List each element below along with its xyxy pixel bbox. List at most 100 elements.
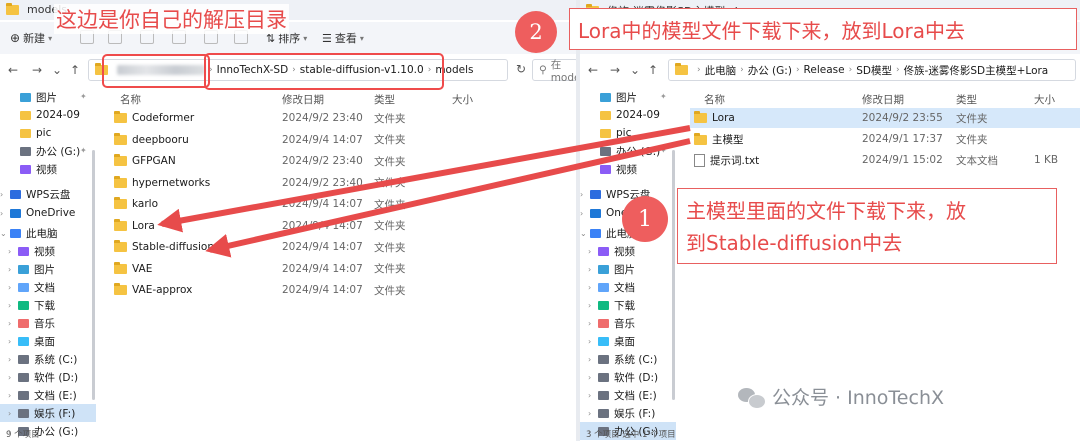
sidebar-item[interactable]: › 图片 bbox=[580, 260, 676, 278]
folder-icon bbox=[114, 197, 127, 209]
sidebar-item[interactable]: 2024-09 bbox=[0, 106, 98, 124]
column-header-type[interactable]: 类型 bbox=[956, 92, 977, 107]
chevron-right-icon[interactable]: › bbox=[588, 319, 596, 328]
chevron-right-icon[interactable]: › bbox=[588, 283, 596, 292]
chevron-down-icon[interactable]: ⌄ bbox=[0, 229, 8, 238]
breadcrumb-item[interactable]: SD模型 bbox=[856, 63, 892, 78]
chevron-right-icon[interactable]: › bbox=[580, 190, 588, 199]
column-header-size[interactable]: 大小 bbox=[452, 92, 473, 107]
chevron-right-icon[interactable]: › bbox=[588, 373, 596, 382]
file-row[interactable]: hypernetworks 2024/9/2 23:40 文件夹 bbox=[108, 173, 478, 193]
chevron-right-icon[interactable]: › bbox=[8, 373, 16, 382]
sidebar-item[interactable]: › 系统 (C:) bbox=[0, 350, 96, 368]
sidebar-item[interactable]: › WPS云盘 bbox=[0, 185, 88, 203]
breadcrumb-item[interactable]: 此电脑 bbox=[705, 63, 737, 78]
sidebar-item[interactable]: › 桌面 bbox=[580, 332, 676, 350]
chevron-right-icon[interactable]: › bbox=[588, 247, 596, 256]
sidebar-item[interactable]: › 下载 bbox=[0, 296, 96, 314]
chevron-down-icon[interactable]: ⌄ bbox=[580, 229, 588, 238]
sidebar-item[interactable]: › 音乐 bbox=[0, 314, 96, 332]
column-header-name[interactable]: 名称 bbox=[704, 92, 725, 107]
sidebar-item[interactable]: › 文档 (E:) bbox=[580, 386, 676, 404]
breadcrumb-item[interactable]: 佟族-迷雾佟影SD主模型+Lora bbox=[904, 63, 1049, 78]
chevron-right-icon[interactable]: › bbox=[8, 283, 16, 292]
file-row[interactable]: VAE 2024/9/4 14:07 文件夹 bbox=[108, 259, 478, 279]
column-header-size[interactable]: 大小 bbox=[1034, 92, 1055, 107]
breadcrumb-item[interactable]: Release bbox=[804, 64, 845, 76]
sidebar-item[interactable]: › 娱乐 (F:) bbox=[580, 404, 676, 422]
sidebar-item[interactable]: › 视频 bbox=[580, 242, 676, 260]
forward-arrow-icon[interactable]: → bbox=[610, 63, 620, 77]
chevron-right-icon[interactable]: › bbox=[0, 209, 8, 218]
chevron-down-icon[interactable]: ⌄ bbox=[630, 63, 640, 77]
sidebar-item[interactable]: › 音乐 bbox=[580, 314, 676, 332]
sidebar-item[interactable]: › 视频 bbox=[0, 242, 96, 260]
file-row[interactable]: Lora 2024/9/4 14:07 文件夹 bbox=[108, 216, 478, 236]
up-arrow-icon[interactable]: ↑ bbox=[648, 63, 658, 77]
search-input[interactable]: ⚲ 在 mode bbox=[532, 59, 576, 84]
column-header-date[interactable]: 修改日期 bbox=[862, 92, 904, 107]
chevron-right-icon[interactable]: › bbox=[8, 247, 16, 256]
chevron-right-icon[interactable]: › bbox=[8, 265, 16, 274]
chevron-right-icon[interactable]: › bbox=[8, 319, 16, 328]
chevron-right-icon[interactable]: › bbox=[588, 391, 596, 400]
computer-icon bbox=[10, 228, 21, 238]
breadcrumb-item[interactable]: 办公 (G:) bbox=[748, 63, 792, 78]
chevron-right-icon[interactable]: › bbox=[0, 190, 8, 199]
back-arrow-icon[interactable]: ← bbox=[8, 63, 18, 77]
sidebar-item-label: 下载 bbox=[614, 299, 635, 312]
chevron-right-icon[interactable]: › bbox=[588, 355, 596, 364]
chevron-right-icon[interactable]: › bbox=[588, 409, 596, 418]
chevron-right-icon[interactable]: › bbox=[8, 337, 16, 346]
file-row[interactable]: karlo 2024/9/4 14:07 文件夹 bbox=[108, 194, 478, 214]
chevron-right-icon[interactable]: › bbox=[580, 209, 588, 218]
chevron-right-icon[interactable]: › bbox=[8, 301, 16, 310]
sidebar-item[interactable]: › 系统 (C:) bbox=[580, 350, 676, 368]
sidebar-item[interactable]: pic bbox=[580, 124, 678, 142]
sidebar-item[interactable]: › OneDrive bbox=[0, 204, 88, 222]
file-row[interactable]: Stable-diffusion 2024/9/4 14:07 文件夹 bbox=[108, 237, 478, 257]
sidebar-scrollbar[interactable] bbox=[672, 150, 675, 400]
sidebar-item[interactable]: › 文档 (E:) bbox=[0, 386, 96, 404]
file-row[interactable]: VAE-approx 2024/9/4 14:07 文件夹 bbox=[108, 280, 478, 300]
sidebar-item[interactable]: 视频 bbox=[0, 160, 98, 178]
sidebar-scrollbar[interactable] bbox=[92, 150, 95, 400]
chevron-right-icon[interactable]: › bbox=[588, 337, 596, 346]
sidebar-item[interactable]: › 文档 bbox=[580, 278, 676, 296]
column-header-date[interactable]: 修改日期 bbox=[282, 92, 324, 107]
right-address-bar[interactable]: › 此电脑 › 办公 (G:) › Release › SD模型 › 佟族-迷雾… bbox=[668, 59, 1076, 81]
chevron-right-icon[interactable]: › bbox=[588, 301, 596, 310]
view-button[interactable]: ☰ 查看 ▾ bbox=[322, 30, 364, 46]
sidebar-item[interactable]: 2024-09 bbox=[580, 106, 678, 124]
back-arrow-icon[interactable]: ← bbox=[588, 63, 598, 77]
refresh-icon[interactable]: ↻ bbox=[516, 62, 526, 76]
sidebar-item[interactable]: › 娱乐 (F:) bbox=[0, 404, 96, 422]
file-row[interactable]: 主模型 2024/9/1 17:37 文件夹 bbox=[690, 129, 1080, 149]
file-row[interactable]: Lora 2024/9/2 23:55 文件夹 bbox=[690, 108, 1080, 128]
file-row[interactable]: GFPGAN 2024/9/2 23:40 文件夹 bbox=[108, 151, 478, 171]
chevron-right-icon[interactable]: › bbox=[588, 265, 596, 274]
drive-icon bbox=[18, 390, 29, 400]
column-header-name[interactable]: 名称 bbox=[120, 92, 141, 107]
sidebar-item[interactable]: 视频 bbox=[580, 160, 678, 178]
sidebar-item[interactable]: pic bbox=[0, 124, 98, 142]
chevron-right-icon[interactable]: › bbox=[8, 355, 16, 364]
column-header-type[interactable]: 类型 bbox=[374, 92, 395, 107]
new-button[interactable]: ⊕ 新建 ▾ bbox=[10, 30, 52, 46]
sidebar-item[interactable]: › 软件 (D:) bbox=[580, 368, 676, 386]
forward-arrow-icon[interactable]: → bbox=[32, 63, 42, 77]
sidebar-item[interactable]: › 软件 (D:) bbox=[0, 368, 96, 386]
sidebar-item[interactable]: › 下载 bbox=[580, 296, 676, 314]
chevron-right-icon[interactable]: › bbox=[8, 409, 16, 418]
up-arrow-icon[interactable]: ↑ bbox=[70, 63, 80, 77]
file-row[interactable]: 提示词.txt 2024/9/1 15:02 文本文档 1 KB bbox=[690, 150, 1080, 170]
chevron-down-icon[interactable]: ⌄ bbox=[52, 63, 62, 77]
pin-icon: ✦ bbox=[660, 146, 667, 155]
sidebar-item[interactable]: › 桌面 bbox=[0, 332, 96, 350]
file-row[interactable]: Codeformer 2024/9/2 23:40 文件夹 bbox=[108, 108, 478, 128]
chevron-right-icon[interactable]: › bbox=[8, 391, 16, 400]
file-row[interactable]: deepbooru 2024/9/4 14:07 文件夹 bbox=[108, 130, 478, 150]
sidebar-item[interactable]: › 图片 bbox=[0, 260, 96, 278]
sidebar-item[interactable]: › 文档 bbox=[0, 278, 96, 296]
sidebar-item[interactable]: ⌄ 此电脑 bbox=[0, 224, 88, 242]
